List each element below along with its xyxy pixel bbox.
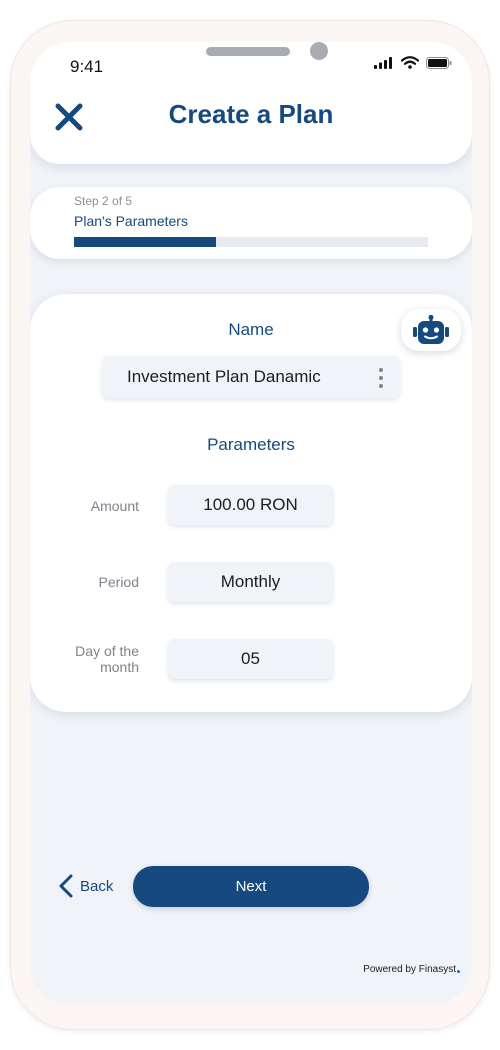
plan-name-value: Investment Plan Danamic (127, 367, 321, 386)
amount-field[interactable]: 100.00 RON (168, 485, 333, 525)
chevron-left-icon (59, 874, 73, 898)
signal-icon (374, 56, 392, 69)
camera-notch (310, 42, 328, 60)
day-of-month-label: Day of the month (75, 643, 139, 675)
status-icons (374, 56, 452, 69)
header: 9:41 Create a Plan (30, 42, 472, 164)
period-label: Period (98, 574, 139, 590)
name-section-title: Name (228, 320, 274, 339)
speaker-notch (206, 47, 290, 56)
next-button[interactable]: Next (133, 866, 369, 907)
period-field[interactable]: Monthly (168, 562, 333, 602)
amount-label: Amount (90, 498, 139, 514)
day-of-month-field[interactable]: 05 (168, 639, 333, 679)
progress-fill (74, 237, 216, 247)
kebab-menu-icon[interactable] (374, 368, 388, 388)
step-name: Plan's Parameters (74, 213, 188, 229)
progress-bar (74, 237, 428, 247)
page-title: Create a Plan (168, 99, 334, 129)
powered-by: Powered by Finasyst (363, 964, 460, 975)
wifi-icon (401, 56, 419, 69)
status-time: 9:41 (70, 57, 104, 76)
powered-by-text: Powered by Finasyst (363, 964, 456, 975)
step-counter: Step 2 of 5 (74, 194, 133, 208)
battery-icon (426, 56, 452, 69)
app-screen: 9:41 Create a Plan Step 2 of 5 Plan's Pa… (30, 42, 472, 1004)
brand-dot (457, 970, 460, 973)
back-label: Back (80, 877, 114, 895)
parameters-section-title: Parameters (207, 435, 295, 454)
back-button[interactable]: Back (58, 874, 113, 898)
plan-name-field[interactable]: Investment Plan Danamic (102, 356, 400, 398)
